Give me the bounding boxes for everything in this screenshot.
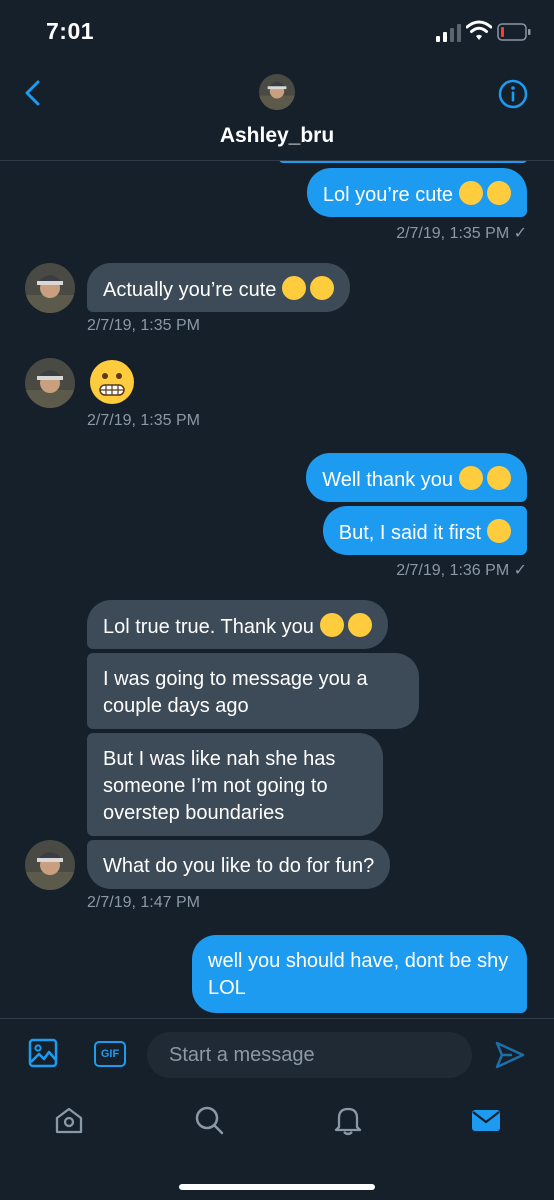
contact-avatar[interactable]: [25, 263, 75, 313]
hand-over-mouth-emoji-icon: [459, 466, 483, 490]
tears-of-joy-emoji-icon: [487, 181, 511, 205]
message-bubble-outgoing[interactable]: Well thank you: [306, 453, 527, 502]
search-icon[interactable]: [193, 1104, 225, 1136]
kissing-face-emoji-icon: [310, 276, 335, 300]
header-avatar[interactable]: [259, 74, 295, 110]
message-bubble-outgoing[interactable]: Lol you’re cute: [306, 168, 527, 217]
home-indicator: [179, 1184, 375, 1190]
mail-icon[interactable]: [470, 1104, 502, 1136]
relieved-face-emoji-icon: [319, 613, 344, 637]
message-composer: GIF: [0, 1018, 554, 1093]
message-text: well you should have, dont be shy LOL: [208, 950, 509, 999]
tears-of-joy-emoji-icon: [459, 181, 483, 205]
message-timestamp: 2/7/19, 1:47 PM: [87, 894, 200, 911]
cellular-signal-icon: [436, 24, 461, 42]
message-bubble-outgoing[interactable]: But, I said it first: [322, 506, 527, 555]
back-arrow-icon[interactable]: [18, 78, 48, 108]
contact-avatar[interactable]: [25, 840, 75, 890]
message-timestamp: 2/7/19, 1:35 PM: [87, 412, 200, 429]
home-icon[interactable]: [53, 1104, 85, 1136]
grimacing-face-emoji-icon[interactable]: [90, 360, 134, 404]
message-text: But I was like nah she has someone I’m n…: [103, 748, 336, 824]
message-bubble-incoming[interactable]: I was going to message you a couple days…: [87, 653, 419, 729]
heart-eyes-emoji-icon: [282, 276, 307, 300]
message-bubble-incoming[interactable]: But I was like nah she has someone I’m n…: [87, 733, 383, 836]
bell-icon[interactable]: [332, 1104, 364, 1136]
send-icon[interactable]: [494, 1039, 526, 1071]
message-bubble-incoming[interactable]: What do you like to do for fun?: [87, 840, 391, 889]
message-text: Actually you’re cute: [103, 279, 277, 301]
wifi-icon: [466, 20, 492, 40]
previous-message-bubble-edge: [279, 161, 527, 163]
contact-avatar[interactable]: [25, 358, 75, 408]
image-icon[interactable]: [28, 1037, 58, 1069]
message-bubble-incoming[interactable]: Actually you’re cute: [87, 263, 351, 312]
message-text: Lol true true. Thank you: [103, 616, 314, 638]
status-time: 7:01: [46, 18, 95, 44]
battery-icon: [497, 23, 531, 41]
message-bubble-outgoing[interactable]: well you should have, dont be shy LOL: [192, 935, 527, 1013]
message-text: I was going to message you a couple days…: [103, 668, 368, 717]
message-timestamp: 2/7/19, 1:36 PM ✓: [396, 562, 527, 579]
message-text: Well thank you: [322, 469, 453, 491]
message-input[interactable]: [147, 1032, 472, 1078]
kissing-face-emoji-icon: [487, 466, 511, 490]
contact-name[interactable]: Ashley_bru: [0, 124, 554, 148]
kissing-face-emoji-icon: [347, 613, 372, 637]
tongue-out-emoji-icon: [487, 519, 511, 543]
conversation-header: Ashley_bru: [0, 64, 554, 161]
message-text: But, I said it first: [338, 522, 481, 544]
message-timestamp: 2/7/19, 1:35 PM: [87, 317, 200, 334]
status-bar: 7:01: [0, 0, 554, 64]
message-timestamp: 2/7/19, 1:35 PM ✓: [396, 225, 527, 242]
message-text: Lol you’re cute: [322, 184, 453, 206]
gif-button[interactable]: GIF: [94, 1041, 126, 1067]
message-thread[interactable]: Lol you’re cute 2/7/19, 1:35 PM ✓ Actual…: [0, 161, 554, 1018]
message-bubble-incoming[interactable]: Lol true true. Thank you: [87, 600, 388, 649]
info-icon[interactable]: [498, 79, 528, 109]
message-text: What do you like to do for fun?: [103, 855, 375, 877]
